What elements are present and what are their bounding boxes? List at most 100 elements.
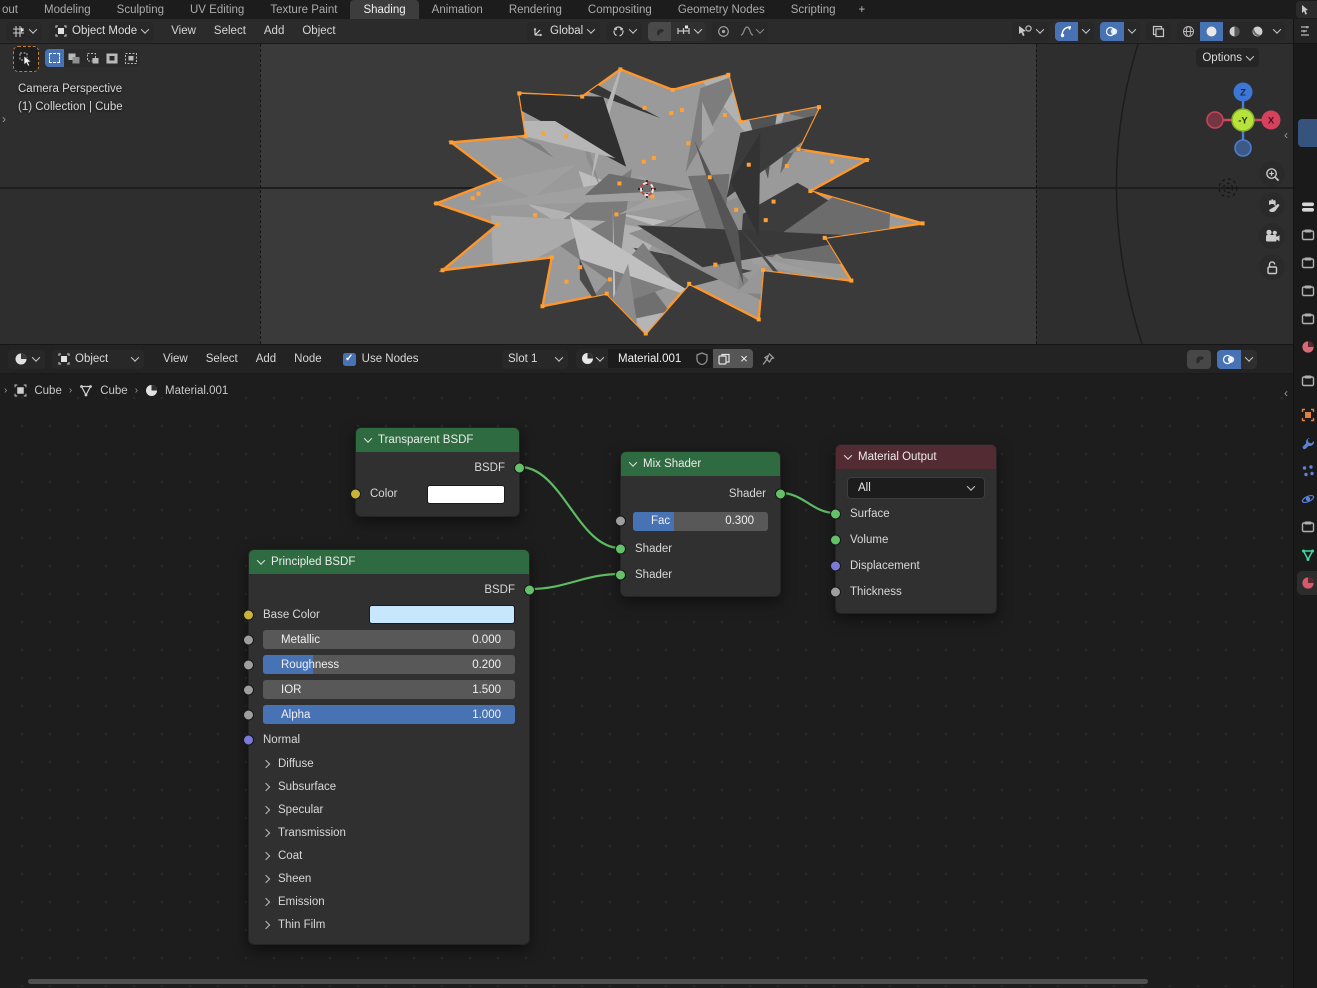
output-target-dropdown[interactable]: All	[847, 477, 985, 499]
collapse-icon[interactable]	[363, 434, 373, 443]
falloff-dropdown[interactable]	[735, 22, 768, 41]
unlink-material-button[interactable]: ×	[735, 349, 753, 368]
props-tab-collection[interactable]	[1297, 369, 1317, 393]
socket-base-color-input[interactable]	[243, 609, 254, 620]
menu-view[interactable]: View	[162, 25, 205, 37]
socket-roughness-input[interactable]	[243, 659, 254, 670]
shading-solid-button[interactable]	[1200, 21, 1223, 41]
node-header[interactable]: Transparent BSDF	[356, 428, 519, 452]
orientation-dropdown[interactable]: Global	[527, 21, 601, 41]
overlays-dropdown[interactable]	[1124, 21, 1140, 41]
menu-add[interactable]: Add	[255, 25, 293, 37]
snap-toggle[interactable]	[648, 21, 672, 41]
gizmo-dropdown[interactable]	[1078, 21, 1094, 41]
gizmo-minus-z-axis[interactable]	[1234, 139, 1252, 157]
select-extend-button[interactable]	[64, 49, 83, 67]
zoom-button[interactable]	[1259, 161, 1285, 187]
socket-alpha-input[interactable]	[243, 709, 254, 720]
gizmo-minus-x-axis[interactable]	[1206, 111, 1224, 129]
snap-to-dropdown[interactable]	[671, 22, 706, 41]
tab-texture-paint[interactable]: Texture Paint	[257, 0, 350, 19]
editor-type-button-shader[interactable]	[8, 349, 45, 369]
editor-type-button[interactable]	[6, 21, 42, 41]
tab-compositing[interactable]: Compositing	[575, 0, 665, 19]
props-tab-constraints[interactable]	[1297, 515, 1317, 539]
navigation-gizmo[interactable]: Z X -Y	[1205, 82, 1281, 158]
camera-view-button[interactable]	[1259, 223, 1285, 249]
node-sidebar-collapse-arrow[interactable]: ‹	[1284, 386, 1288, 400]
shading-material-button[interactable]	[1223, 22, 1246, 41]
material-name-field[interactable]: Material.001	[608, 349, 692, 368]
node-header[interactable]: Principled BSDF	[249, 550, 529, 574]
props-tab-world[interactable]	[1297, 335, 1317, 359]
section-thin-film[interactable]: Thin Film	[249, 913, 529, 936]
node-principled-bsdf[interactable]: Principled BSDF BSDF Base Color Metallic	[243, 549, 535, 945]
socket-shader-input-1[interactable]	[615, 543, 626, 555]
shading-wireframe-button[interactable]	[1177, 22, 1200, 41]
section-subsurface[interactable]: Subsurface	[249, 775, 529, 798]
socket-ior-input[interactable]	[243, 684, 254, 695]
tab-scripting[interactable]: Scripting	[778, 0, 849, 19]
socket-shader-output[interactable]	[775, 488, 786, 500]
menu-add-shader[interactable]: Add	[247, 353, 285, 365]
socket-color-input[interactable]	[350, 488, 361, 500]
options-dropdown[interactable]: Options	[1196, 48, 1259, 67]
socket-fac-input[interactable]	[615, 515, 626, 527]
tab-sculpting[interactable]: Sculpting	[104, 0, 177, 19]
fake-user-button[interactable]	[691, 349, 714, 368]
tab-layout[interactable]: out	[0, 0, 31, 19]
node-header[interactable]: Material Output	[836, 445, 996, 469]
scene-selector-cut[interactable]	[1296, 1, 1317, 18]
node-transparent-bsdf[interactable]: Transparent BSDF BSDF Color	[350, 427, 525, 517]
slot-dropdown[interactable]: Slot 1	[502, 349, 568, 369]
sidebar-collapse-arrow[interactable]: ‹	[1284, 128, 1288, 142]
props-tab-modifiers[interactable]	[1297, 431, 1317, 455]
pivot-point-dropdown[interactable]	[606, 21, 643, 41]
new-material-button[interactable]	[713, 349, 736, 368]
socket-metallic-input[interactable]	[243, 634, 254, 645]
shader-snap-toggle[interactable]	[1187, 349, 1211, 369]
pin-icon[interactable]	[761, 352, 775, 366]
section-sheen[interactable]: Sheen	[249, 867, 529, 890]
use-nodes-checkbox[interactable]: ✓	[342, 352, 356, 366]
socket-shader-input-2[interactable]	[615, 569, 626, 581]
section-specular[interactable]: Specular	[249, 798, 529, 821]
socket-volume-input[interactable]	[830, 534, 841, 546]
socket-surface-input[interactable]	[830, 508, 841, 520]
roughness-slider[interactable]: Roughness 0.200	[263, 655, 515, 674]
overlays-toggle[interactable]	[1100, 21, 1124, 41]
props-tab-data[interactable]	[1297, 543, 1317, 567]
metallic-slider[interactable]: Metallic 0.000	[263, 630, 515, 649]
tab-shading[interactable]: Shading	[350, 0, 419, 19]
breadcrumb-expand-arrow[interactable]: ›	[4, 385, 7, 396]
properties-header[interactable]	[1294, 19, 1317, 44]
horizontal-scrollbar[interactable]	[28, 979, 1148, 984]
tab-uv-editing[interactable]: UV Editing	[177, 0, 257, 19]
pan-button[interactable]	[1259, 192, 1285, 218]
point-light-object[interactable]	[1218, 178, 1238, 198]
alpha-slider[interactable]: Alpha 1.000	[263, 705, 515, 724]
material-browse-dropdown[interactable]	[576, 349, 608, 368]
select-intersect-button[interactable]	[121, 49, 140, 67]
gizmos-toggle[interactable]	[1055, 21, 1078, 41]
section-diffuse[interactable]: Diffuse	[249, 752, 529, 775]
shader-type-dropdown[interactable]: Object	[52, 349, 144, 369]
fac-slider[interactable]: Fac 0.300	[633, 511, 768, 531]
mesh-object-cube[interactable]	[393, 46, 933, 344]
visibility-dropdown[interactable]	[1012, 21, 1049, 41]
shader-overlays-toggle[interactable]	[1217, 349, 1241, 369]
shading-rendered-button[interactable]	[1246, 22, 1269, 41]
mode-dropdown[interactable]: Object Mode	[49, 21, 155, 41]
menu-select-shader[interactable]: Select	[197, 353, 247, 365]
section-coat[interactable]: Coat	[249, 844, 529, 867]
collapse-icon[interactable]	[628, 458, 638, 467]
collapse-icon[interactable]	[843, 451, 853, 460]
socket-bsdf-output[interactable]	[524, 584, 535, 596]
select-invert-button[interactable]	[102, 49, 121, 67]
toolbar-expand-arrow[interactable]: ›	[2, 112, 6, 126]
node-header[interactable]: Mix Shader	[621, 452, 780, 476]
tab-animation[interactable]: Animation	[419, 0, 496, 19]
section-emission[interactable]: Emission	[249, 890, 529, 913]
props-tab-scene[interactable]	[1297, 307, 1317, 331]
viewport-3d[interactable]: Camera Perspective (1) Collection | Cube…	[0, 44, 1293, 344]
